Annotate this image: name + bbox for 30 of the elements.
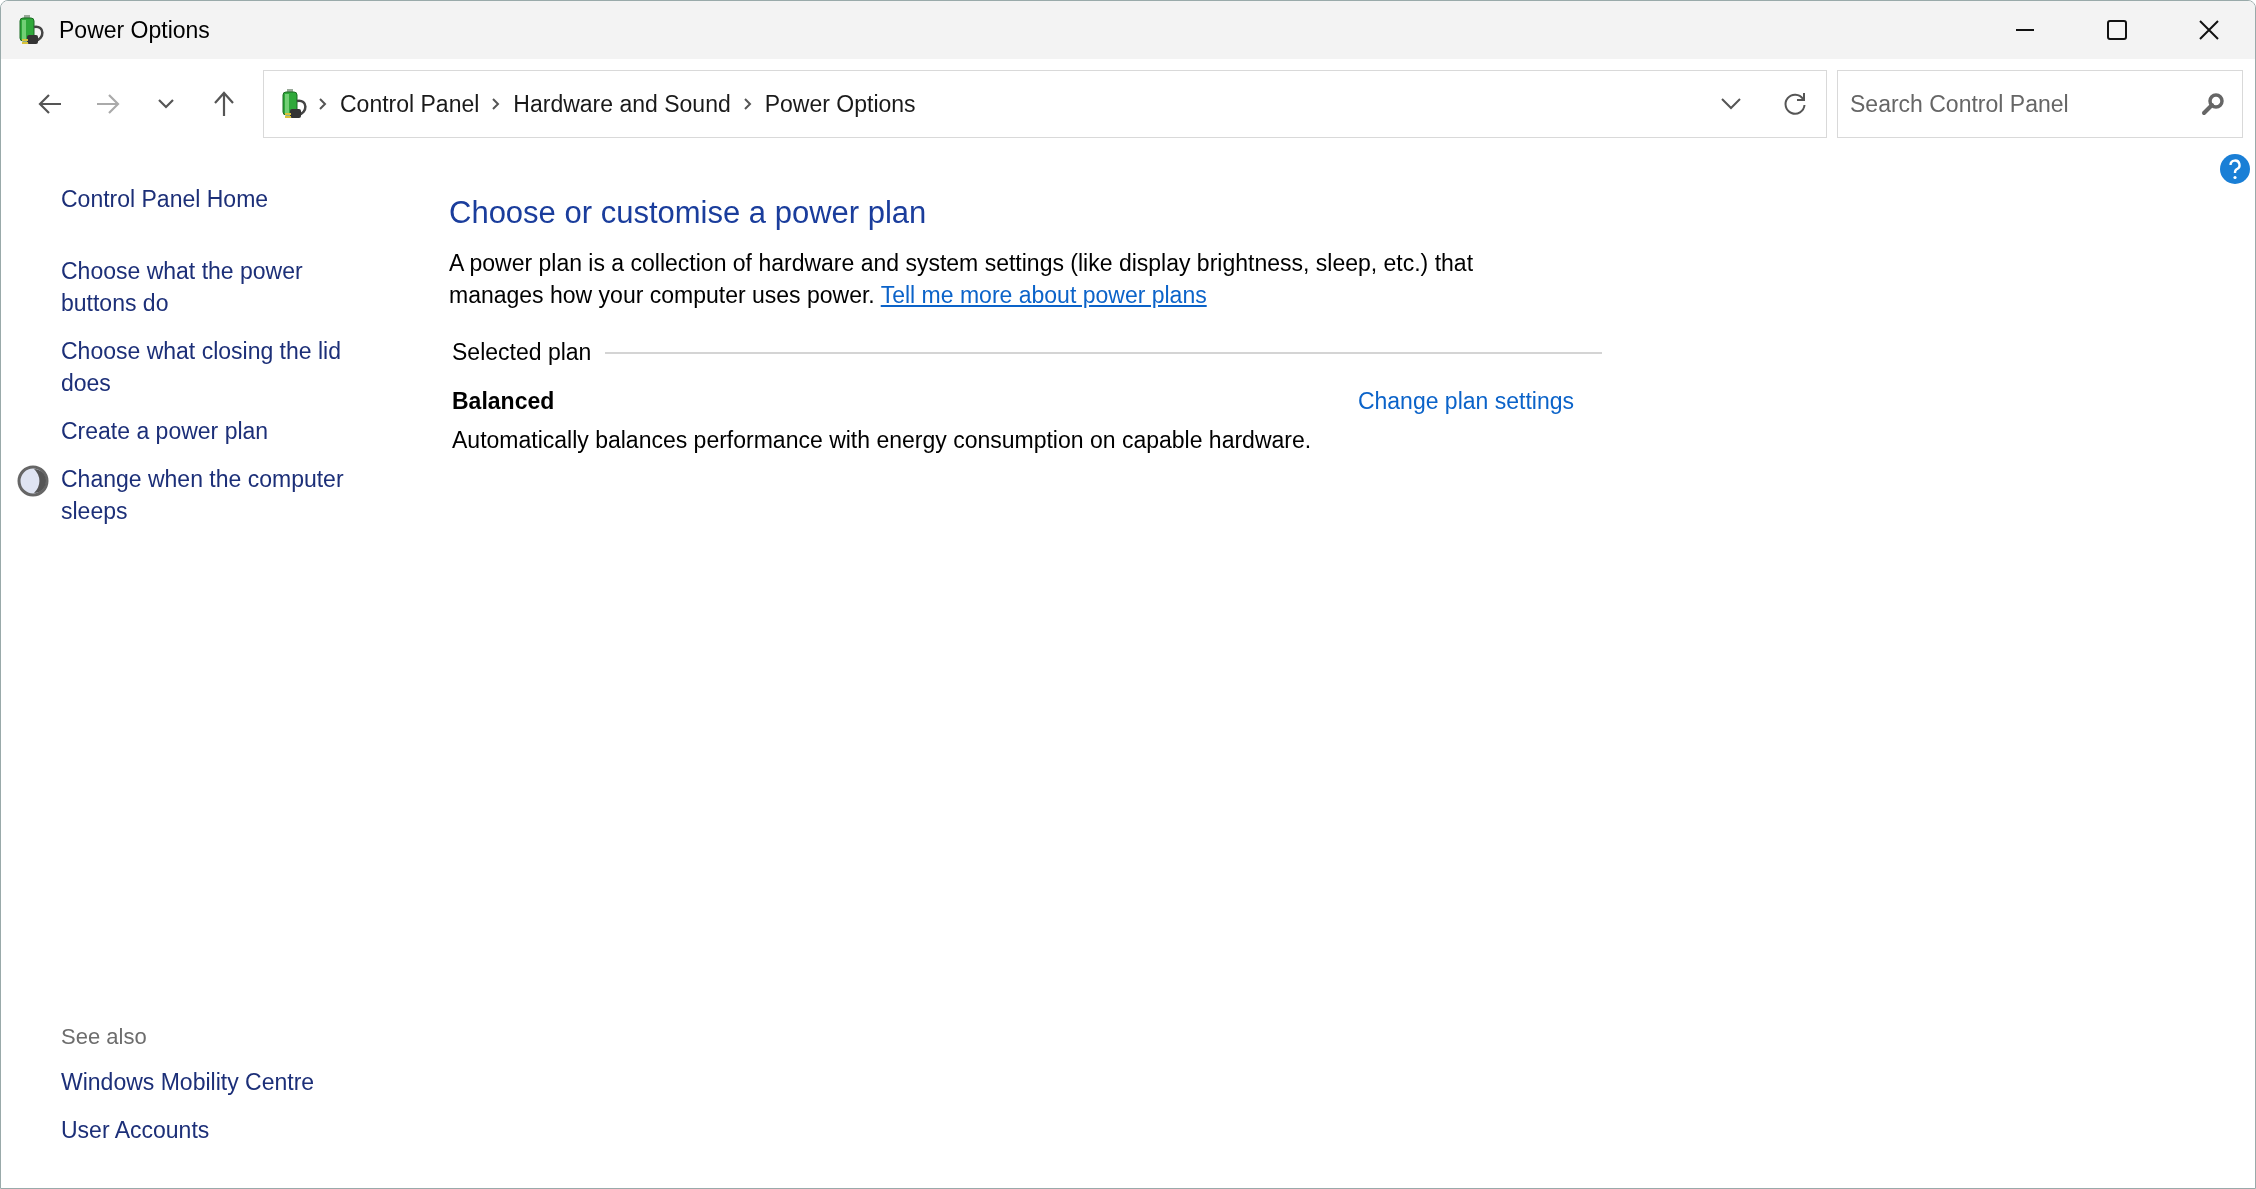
- see-also-heading: See also: [61, 1024, 148, 1050]
- see-also-link[interactable]: Windows Mobility Centre: [61, 1066, 315, 1098]
- breadcrumb[interactable]: Control Panel: [340, 90, 480, 118]
- plan-name: Balanced: [452, 388, 556, 415]
- maximize-icon[interactable]: [2106, 19, 2128, 41]
- sidebar-link[interactable]: Change when the computer sleeps: [61, 463, 371, 527]
- sidebar-link[interactable]: Control Panel Home: [61, 183, 269, 215]
- plan-description: Automatically balances performance with energy consumption on capable hardware.: [452, 427, 1313, 454]
- moon-icon: [17, 465, 49, 497]
- sidebar-link[interactable]: Choose what the power buttons do: [61, 255, 371, 319]
- breadcrumb[interactable]: Hardware and Sound: [513, 90, 731, 118]
- sidebar-link[interactable]: Create a power plan: [61, 415, 269, 447]
- close-icon[interactable]: [2198, 19, 2220, 41]
- sidebar-link[interactable]: Choose what closing the lid does: [61, 335, 371, 399]
- chevron-down-icon[interactable]: [156, 97, 176, 111]
- more-info-link[interactable]: Tell me more about power plans: [880, 282, 1207, 308]
- help-icon[interactable]: [2219, 153, 2251, 185]
- description-text: A power plan is a collection of hardware and system settings (like display brightness, sleep, etc.) that manages how your computer uses power. Tell me more about power plans: [449, 249, 1475, 310]
- change-plan-settings-link[interactable]: Change plan settings: [1357, 388, 1574, 415]
- address-bar[interactable]: Control Panel Hardware and Sound Power Options: [263, 70, 1827, 138]
- page-heading: Choose or customise a power plan: [449, 195, 928, 231]
- up-arrow-icon[interactable]: [211, 90, 237, 118]
- refresh-icon[interactable]: [1782, 91, 1808, 117]
- window-title: Power Options: [59, 16, 211, 44]
- breadcrumb[interactable]: Power Options: [764, 90, 916, 118]
- section-label: Selected plan: [452, 339, 592, 366]
- dropdown-icon[interactable]: [1720, 97, 1742, 111]
- search-field[interactable]: Search Control Panel: [1837, 70, 2243, 138]
- see-also-link[interactable]: User Accounts: [61, 1114, 210, 1146]
- search-icon: [2201, 92, 2225, 116]
